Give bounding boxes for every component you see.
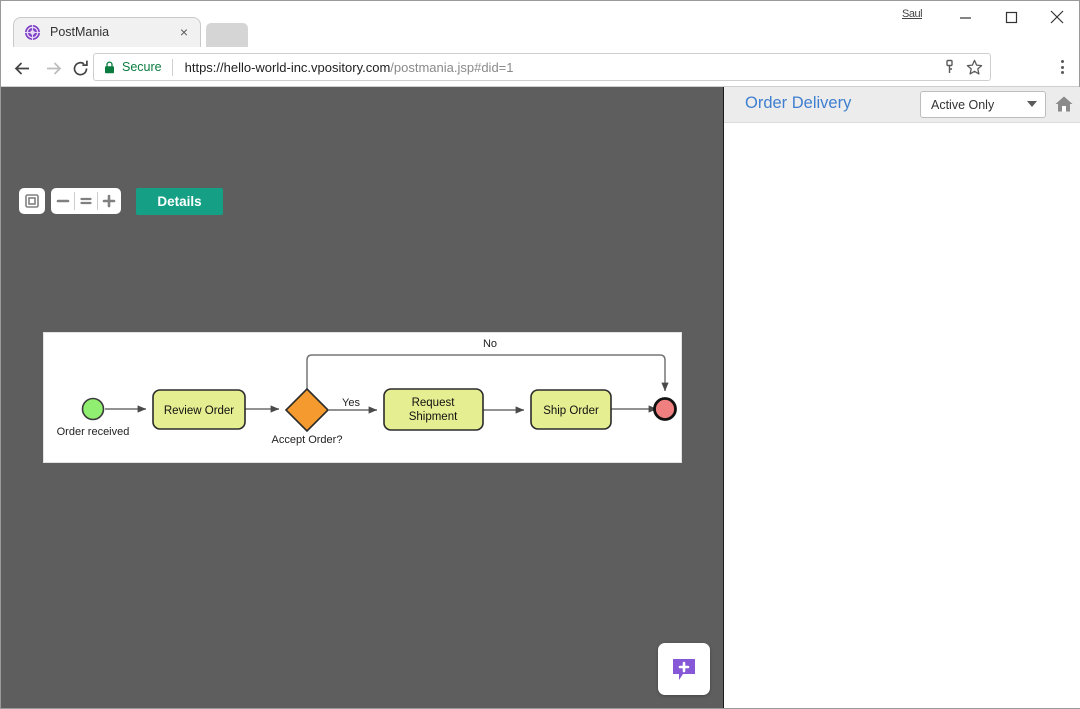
bpmn-end-event[interactable] <box>653 397 677 421</box>
zoom-button-group <box>51 188 121 214</box>
globe-icon <box>24 24 41 41</box>
page-title: Order Delivery <box>745 94 852 112</box>
omnibox-divider <box>171 58 173 76</box>
minus-icon[interactable] <box>51 188 74 214</box>
plus-icon[interactable] <box>97 188 120 214</box>
add-comment-button[interactable] <box>658 643 710 695</box>
key-icon[interactable] <box>940 58 959 82</box>
bpmn-edge-label-yes: Yes <box>342 397 360 409</box>
maximize-icon[interactable] <box>988 1 1034 33</box>
zoom-controls <box>19 188 121 214</box>
security-label: Secure <box>122 60 162 74</box>
equals-icon[interactable] <box>74 188 97 214</box>
bpmn-gateway-accept-order[interactable] <box>284 387 330 433</box>
bpmn-task-request-label-1: Request <box>412 397 456 409</box>
star-icon[interactable] <box>965 58 984 82</box>
minimize-icon[interactable] <box>942 1 988 33</box>
browser-menu-icon[interactable] <box>1053 58 1071 76</box>
close-icon[interactable]: × <box>176 24 192 40</box>
bpmn-task-request-label-2: Shipment <box>409 411 458 423</box>
side-panel-content <box>724 123 1080 708</box>
fit-to-screen-icon[interactable] <box>19 188 45 214</box>
bpmn-task-request-shipment[interactable] <box>383 388 484 431</box>
browser-window: PostMania × Saul Secure https://hello-wo… <box>0 0 1080 709</box>
url-host: https://hello-world-inc.vpository.com <box>184 59 391 75</box>
window-close-icon[interactable] <box>1034 1 1080 33</box>
bpmn-edge-label-no: No <box>483 338 497 350</box>
user-label[interactable]: Saul <box>902 8 923 20</box>
side-panel-header: Order Delivery Active Only <box>724 87 1080 123</box>
url-path: /postmania.jsp#did=1 <box>390 59 514 75</box>
browser-tab[interactable]: PostMania × <box>13 17 201 47</box>
filter-select[interactable]: Active Only <box>920 91 1046 118</box>
side-panel: Order Delivery Active Only <box>723 87 1080 708</box>
add-comment-icon <box>673 659 695 680</box>
tab-title: PostMania <box>50 25 110 39</box>
bpmn-task-ship-label: Ship Order <box>543 405 599 417</box>
address-bar[interactable]: Secure https://hello-world-inc.vpository… <box>93 53 991 81</box>
new-tab-button[interactable] <box>206 23 248 47</box>
home-icon[interactable] <box>1054 94 1074 114</box>
diagram-editor: Details Order received Review Order Acce… <box>1 87 723 708</box>
bpmn-start-label: Order received <box>57 426 130 438</box>
browser-toolbar: Secure https://hello-world-inc.vpository… <box>1 47 1079 87</box>
omnibox-actions <box>940 58 984 82</box>
reload-icon[interactable] <box>67 55 93 81</box>
details-button[interactable]: Details <box>136 188 223 215</box>
app-body: Details Order received Review Order Acce… <box>1 87 1080 708</box>
filter-select-value: Active Only <box>931 97 995 112</box>
url-text: https://hello-world-inc.vpository.com/po… <box>185 60 514 75</box>
chevron-down-icon <box>1027 101 1037 107</box>
bpmn-canvas[interactable]: Order received Review Order Accept Order… <box>43 332 682 463</box>
bpmn-start-event[interactable] <box>81 397 105 421</box>
forward-icon[interactable] <box>40 55 66 81</box>
lock-icon <box>104 60 115 74</box>
back-icon[interactable] <box>9 55 35 81</box>
bpmn-diagram: Order received Review Order Accept Order… <box>57 338 677 446</box>
title-bar: PostMania × Saul <box>1 1 1079 47</box>
edge-no <box>306 354 669 392</box>
bpmn-task-review-label: Review Order <box>164 405 234 417</box>
bpmn-gateway-label: Accept Order? <box>272 434 343 446</box>
